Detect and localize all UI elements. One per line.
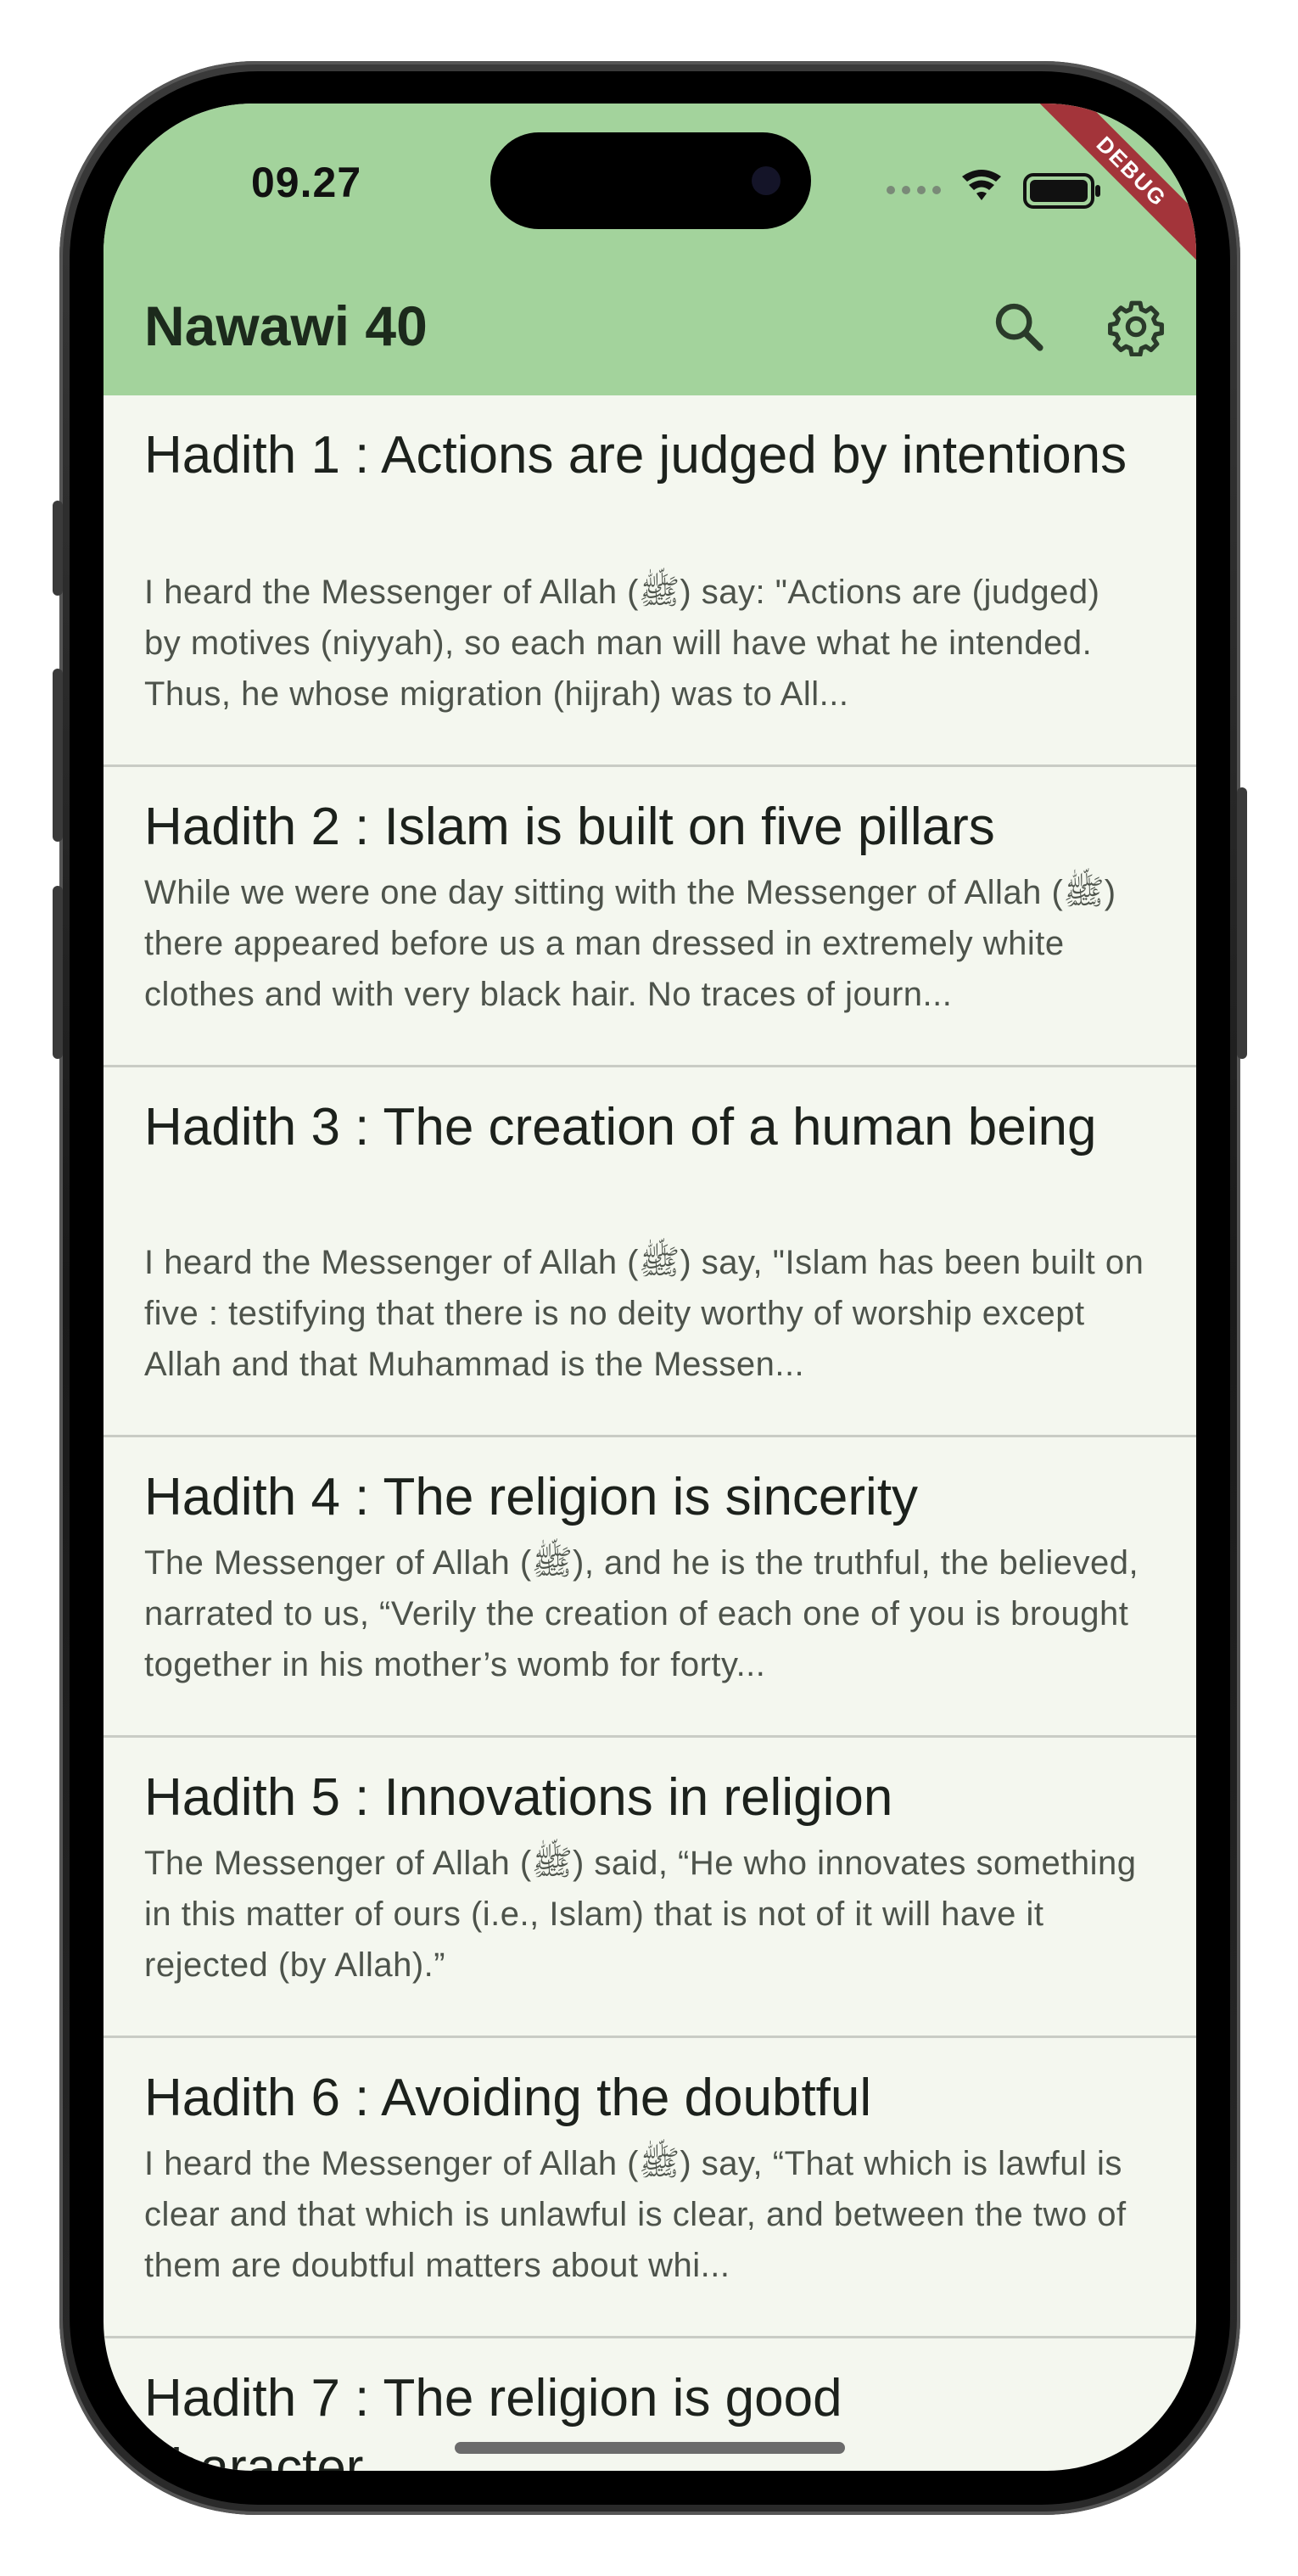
power-button [1237, 787, 1247, 1059]
signal-dots-icon [887, 186, 941, 194]
page-title: Nawawi 40 [144, 294, 428, 357]
status-icons [887, 170, 1100, 209]
list-item[interactable]: Hadith 1 : Actions are judged by intenti… [104, 395, 1196, 767]
volume-down-button [53, 886, 63, 1059]
hadith-preview: I heard the Messenger of Allah (ﷺ) say: … [144, 574, 1100, 713]
hadith-title: Hadith 2 : Islam is built on five pillar… [144, 798, 995, 856]
search-icon[interactable] [989, 297, 1049, 356]
app-screen: 09.27 DEBUG Nawawi 40 Hadith 1: Actions… [104, 104, 1196, 2471]
battery-icon [1023, 173, 1100, 209]
hadith-preview: The Messenger of Allah (ﷺ) said, “He who… [144, 1845, 1137, 1984]
hadith-title: Hadith 1 : Actions are judged by intenti… [144, 426, 1127, 484]
list-item[interactable]: Hadith 5 : Innovations in religion The M… [104, 1738, 1196, 2038]
hadith-preview: While we were one day sitting with the M… [144, 874, 1116, 1013]
status-time: 09.27 [251, 159, 362, 206]
hadith-title: Hadith 3 : The creation of a human being [144, 1098, 1097, 1156]
settings-gear-icon[interactable] [1106, 297, 1166, 356]
volume-up-button [53, 669, 63, 842]
list-item[interactable]: Hadith 6 : Avoiding the doubtful I heard… [104, 2038, 1196, 2338]
list-item[interactable]: Hadith 3 : The creation of a human being… [104, 1067, 1196, 1437]
home-indicator[interactable] [455, 2442, 845, 2454]
hadith-title: Hadith 4 : The religion is sincerity [144, 1468, 919, 1526]
camera-icon [752, 166, 780, 195]
list-item[interactable]: Hadith 4 : The religion is sincerity The… [104, 1437, 1196, 1738]
hadith-title: Hadith 5 : Innovations in religion [144, 1768, 893, 1827]
action-button [53, 501, 63, 596]
dynamic-island [490, 132, 811, 229]
hadith-title: Hadith 7 : The religion is good characte… [144, 2369, 842, 2471]
hadith-preview: I heard the Messenger of Allah (ﷺ) say, … [144, 2145, 1127, 2284]
app-bar: 09.27 DEBUG Nawawi 40 [104, 104, 1196, 395]
wifi-icon [962, 170, 1001, 200]
list-item[interactable]: Hadith 2 : Islam is built on five pillar… [104, 767, 1196, 1067]
hadith-preview: I heard the Messenger of Allah (ﷺ) say, … [144, 1244, 1144, 1383]
hadith-preview: The Messenger of Allah (ﷺ), and he is th… [144, 1544, 1139, 1683]
hadith-title: Hadith 6 : Avoiding the doubtful [144, 2069, 872, 2127]
